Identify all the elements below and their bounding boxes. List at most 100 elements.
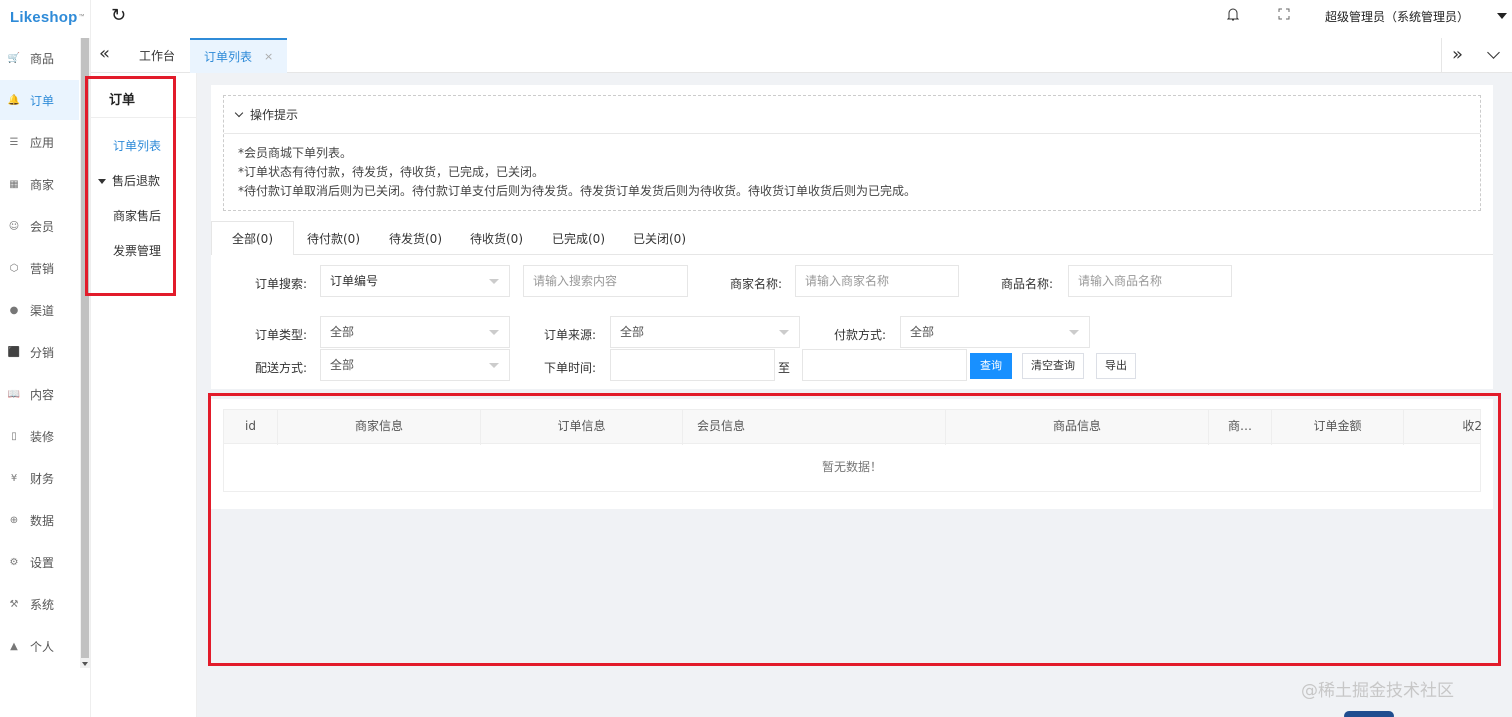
yen-icon: ¥ <box>10 472 18 484</box>
rail-item-label: 设置 <box>30 555 55 570</box>
layers-icon: ⬛ <box>7 346 21 358</box>
list-icon: ☰ <box>9 136 19 148</box>
rail-item-2[interactable]: ☰ 应用 <box>0 122 79 162</box>
rail-item-10[interactable]: ¥ 财务 <box>0 458 79 498</box>
tips-toggle[interactable]: 操作提示 <box>234 106 298 123</box>
status-tab-to-receive[interactable]: 待收货(0) <box>470 221 523 255</box>
rail-item-label: 分销 <box>30 345 55 360</box>
export-button[interactable]: 导出 <box>1096 353 1136 379</box>
order-source-label: 订单来源: <box>544 328 597 342</box>
phone-icon: ▯ <box>11 430 17 442</box>
logo: Likeshop ™ <box>10 8 85 26</box>
tab-workbench[interactable]: 工作台 <box>139 38 175 73</box>
rail-item-4[interactable]: ☺ 会员 <box>0 206 79 246</box>
merchant-name-input[interactable]: 请输入商家名称 <box>795 265 959 297</box>
caret-down-icon <box>489 279 499 284</box>
person-icon: ▲ <box>10 640 18 652</box>
caret-down-icon <box>489 363 499 368</box>
order-source-select[interactable]: 全部 <box>610 316 800 348</box>
user-menu[interactable]: 超级管理员（系统管理员） <box>1325 8 1469 25</box>
notification-bell-icon[interactable] <box>1227 7 1239 22</box>
chevron-down-icon[interactable] <box>1487 46 1500 59</box>
shop-icon: ▦ <box>9 178 19 190</box>
book-icon: 📖 <box>7 388 21 400</box>
user-icon: ☺ <box>8 220 20 232</box>
rail-item-label: 个人 <box>30 639 55 654</box>
rail-item-label: 渠道 <box>30 303 55 318</box>
collapse-menu-icon[interactable]: « <box>99 44 110 64</box>
rail-item-label: 系统 <box>30 597 55 612</box>
tab-controls: » <box>1441 38 1512 73</box>
rail-item-5[interactable]: ⬡ 营销 <box>0 248 79 288</box>
rail-item-label: 财务 <box>30 471 55 486</box>
rail-item-label: 商家 <box>30 177 55 192</box>
fullscreen-icon[interactable] <box>1278 8 1290 20</box>
rail-item-6[interactable]: ● 渠道 <box>0 290 79 330</box>
status-tab-closed[interactable]: 已关闭(0) <box>633 221 686 255</box>
rail-item-12[interactable]: ⚙ 设置 <box>0 542 79 582</box>
order-type-label: 订单类型: <box>255 328 308 342</box>
rail-item-8[interactable]: 📖 内容 <box>0 374 79 414</box>
goods-name-label: 商品名称: <box>1001 277 1054 291</box>
status-tabs: 全部(0) 待付款(0) 待发货(0) 待收货(0) 已完成(0) 已关闭(0) <box>211 221 1493 255</box>
tip-line: *待付款订单取消后则为已关闭。待付款订单支付后则为待发货。待发货订单发货后则为待… <box>238 184 917 198</box>
rail-item-label: 订单 <box>30 93 55 108</box>
delivery-select[interactable]: 全部 <box>320 349 510 381</box>
highlight-box-submenu <box>85 76 176 296</box>
caret-down-icon <box>1069 330 1079 335</box>
rail-item-11[interactable]: ⊕ 数据 <box>0 500 79 540</box>
rail-item-0[interactable]: 🛒 商品 <box>0 38 79 78</box>
pay-method-select[interactable]: 全部 <box>900 316 1090 348</box>
tools-icon: ⚒ <box>9 598 19 610</box>
end-date-input[interactable] <box>802 349 967 381</box>
tip-line: *会员商城下单列表。 <box>238 146 353 160</box>
search-button[interactable]: 查询 <box>970 353 1012 379</box>
goods-name-input[interactable]: 请输入商品名称 <box>1068 265 1232 297</box>
filter-panel: 全部(0) 待付款(0) 待发货(0) 待收货(0) 已完成(0) 已关闭(0)… <box>211 221 1493 389</box>
rail-item-7[interactable]: ⬛ 分销 <box>0 332 79 372</box>
rail-item-14[interactable]: ▲ 个人 <box>0 626 79 666</box>
scroll-down-icon[interactable] <box>82 662 88 666</box>
rail-item-3[interactable]: ▦ 商家 <box>0 164 79 204</box>
chevron-down-icon <box>234 108 244 118</box>
caret-down-icon <box>489 330 499 335</box>
status-tab-completed[interactable]: 已完成(0) <box>552 221 605 255</box>
rail-item-13[interactable]: ⚒ 系统 <box>0 584 79 624</box>
order-type-select[interactable]: 全部 <box>320 316 510 348</box>
rail-item-label: 数据 <box>30 513 55 528</box>
caret-down-icon[interactable] <box>1497 13 1507 19</box>
status-tab-unpaid[interactable]: 待付款(0) <box>307 221 360 255</box>
rail-item-9[interactable]: ▯ 装修 <box>0 416 79 456</box>
refresh-icon[interactable]: ↻ <box>111 5 126 26</box>
globe-dark-icon: ● <box>9 304 19 316</box>
order-search-label: 订单搜索: <box>255 277 308 291</box>
order-time-label: 下单时间: <box>544 361 597 375</box>
tab-order-list[interactable]: 订单列表 × <box>190 38 288 73</box>
floating-badge[interactable] <box>1344 711 1394 717</box>
left-rail: Likeshop ™ 🛒 商品 🔔 订单 ☰ 应用 ▦ 商家 ☺ 会员 ⬡ 营销 ● 渠道 ⬛ 分销 📖 内容 ▯ 装修… <box>0 0 91 717</box>
scroll-tabs-right-icon[interactable]: » <box>1452 45 1463 65</box>
tab-strip: « 工作台 订单列表 × » <box>91 38 1512 73</box>
rail-item-label: 营销 <box>30 261 55 276</box>
divider <box>224 133 1480 134</box>
search-input[interactable]: 请输入搜索内容 <box>523 265 688 297</box>
delivery-label: 配送方式: <box>255 361 308 375</box>
to-label: 至 <box>778 361 791 375</box>
bell-icon: 🔔 <box>7 94 21 106</box>
rail-item-label: 应用 <box>30 135 55 150</box>
start-date-input[interactable] <box>610 349 775 381</box>
order-search-type-select[interactable]: 订单编号 <box>320 265 510 297</box>
rail-item-1[interactable]: 🔔 订单 <box>0 80 79 120</box>
close-tab-icon[interactable]: × <box>264 50 273 63</box>
rail-item-label: 商品 <box>30 51 55 66</box>
status-tab-all[interactable]: 全部(0) <box>211 221 294 255</box>
status-tab-to-ship[interactable]: 待发货(0) <box>389 221 442 255</box>
globe-icon: ⊕ <box>9 514 19 526</box>
rail-item-label: 装修 <box>30 429 55 444</box>
caret-down-icon <box>779 330 789 335</box>
pay-method-label: 付款方式: <box>834 328 887 342</box>
operation-tips: 操作提示 *会员商城下单列表。 *订单状态有待付款，待发货，待收货，已完成，已关… <box>223 95 1481 211</box>
merchant-name-label: 商家名称: <box>730 277 783 291</box>
cart-icon: 🛒 <box>7 52 21 64</box>
clear-search-button[interactable]: 清空查询 <box>1022 353 1084 379</box>
